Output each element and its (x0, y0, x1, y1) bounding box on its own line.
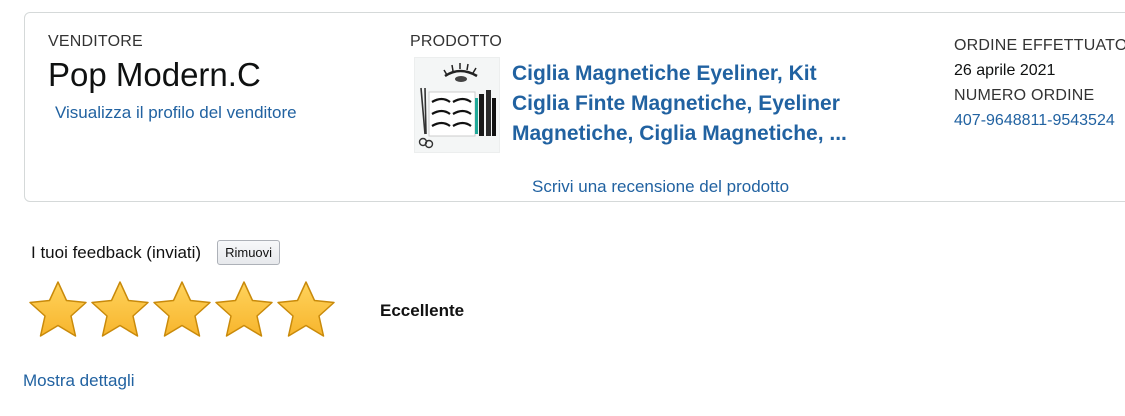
product-title-link[interactable]: Ciglia Magnetiche Eyeliner, Kit Ciglia F… (512, 59, 877, 153)
seller-column: VENDITORE Pop Modern.C Visualizza il pro… (48, 33, 368, 123)
order-summary-card: VENDITORE Pop Modern.C Visualizza il pro… (24, 12, 1125, 202)
show-details-link[interactable]: Mostra dettagli (23, 371, 135, 391)
star-icon[interactable] (275, 279, 337, 341)
rating-text: Eccellente (380, 301, 465, 320)
write-review-link[interactable]: Scrivi una recensione del prodotto (532, 177, 789, 197)
seller-profile-link[interactable]: Visualizza il profilo del venditore (55, 103, 368, 123)
eyelash-kit-image-icon (415, 58, 499, 152)
feedback-label: I tuoi feedback (inviati) (31, 242, 202, 262)
star-icon[interactable] (27, 279, 89, 341)
star-icon[interactable] (213, 279, 275, 341)
seller-label: VENDITORE (48, 33, 143, 50)
remove-feedback-button[interactable]: Rimuovi (217, 240, 281, 265)
star-rating[interactable] (27, 279, 337, 341)
product-label: PRODOTTO (410, 33, 502, 50)
feedback-header: I tuoi feedback (inviati) Rimuovi (31, 240, 281, 265)
eyelash-kit-image[interactable] (414, 57, 500, 153)
product-column: PRODOTTO Ciglia Magnetiche Eyeliner, Kit… (410, 33, 930, 196)
star-icon[interactable] (89, 279, 151, 341)
order-placed-label: ORDINE EFFETTUATO (954, 37, 1125, 54)
order-number-label: NUMERO ORDINE (954, 87, 1095, 104)
order-placed-date: 26 aprile 2021 (954, 62, 1056, 79)
star-icon[interactable] (151, 279, 213, 341)
order-number-link[interactable]: 407-9648811-9543524 (954, 108, 1125, 133)
feedback-page: VENDITORE Pop Modern.C Visualizza il pro… (0, 0, 1125, 416)
seller-name: Pop Modern.C (48, 56, 261, 93)
order-column: ORDINE EFFETTUATO 26 aprile 2021 NUMERO … (954, 33, 1125, 133)
